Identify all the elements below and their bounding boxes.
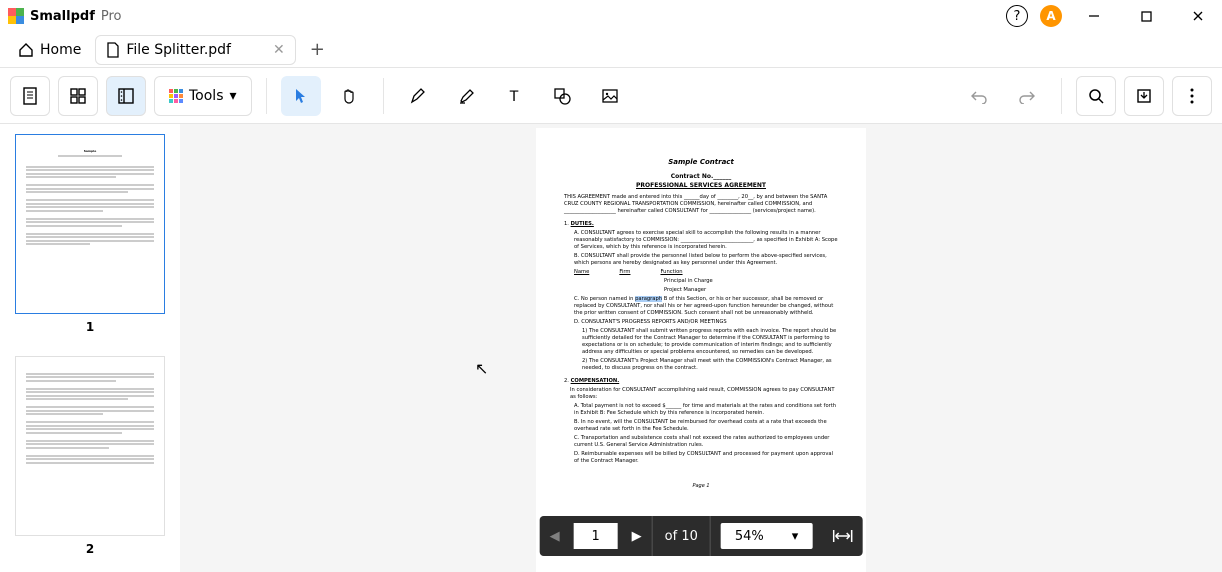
thumbnail-page-1[interactable]: Sample xyxy=(15,134,165,314)
tab-home-label: Home xyxy=(40,42,81,58)
document-viewer[interactable]: ↖ Sample Contract Contract No.______PROF… xyxy=(180,124,1222,572)
tab-file[interactable]: File Splitter.pdf ✕ xyxy=(95,35,295,65)
help-button[interactable]: ? xyxy=(1006,5,1028,27)
view-grid-button[interactable] xyxy=(58,76,98,116)
chevron-down-icon: ▾ xyxy=(778,529,813,544)
view-single-page-button[interactable] xyxy=(10,76,50,116)
home-icon xyxy=(18,42,34,58)
avatar[interactable]: A xyxy=(1040,5,1062,27)
prev-page-button[interactable]: ◀ xyxy=(540,516,570,556)
total-pages-label: of 10 xyxy=(653,529,710,544)
document-page: Sample Contract Contract No.______PROFES… xyxy=(536,128,866,572)
titlebar: Smallpdf Pro ? A xyxy=(0,0,1222,32)
thumbnail-page-2[interactable] xyxy=(15,356,165,536)
tabbar: Home File Splitter.pdf ✕ + xyxy=(0,32,1222,68)
window-minimize-button[interactable] xyxy=(1074,0,1114,32)
tools-dropdown[interactable]: Tools ▾ xyxy=(154,76,252,116)
chevron-down-icon: ▾ xyxy=(230,88,237,104)
page-nav-bar: ◀ ▶ of 10 54%▾ xyxy=(540,516,863,556)
doc-title: Sample Contract xyxy=(564,158,838,167)
toolbar: Tools ▾ T xyxy=(0,68,1222,124)
pan-tool-button[interactable] xyxy=(329,76,369,116)
view-sidebar-button[interactable] xyxy=(106,76,146,116)
cursor-icon: ↖ xyxy=(475,359,488,378)
thumbnail-label-2: 2 xyxy=(86,542,94,556)
fit-width-button[interactable] xyxy=(822,516,862,556)
window-close-button[interactable] xyxy=(1178,0,1218,32)
svg-text:T: T xyxy=(508,89,518,104)
app-name: Smallpdf xyxy=(30,9,95,24)
save-button[interactable] xyxy=(1124,76,1164,116)
doc-contract-no: Contract No.______PROFESSIONAL SERVICES … xyxy=(564,173,838,189)
search-button[interactable] xyxy=(1076,76,1116,116)
tab-home[interactable]: Home xyxy=(8,36,91,64)
next-page-button[interactable]: ▶ xyxy=(622,516,652,556)
tools-grid-icon xyxy=(169,89,183,103)
current-page-input[interactable] xyxy=(574,523,618,549)
text-tool-button[interactable]: T xyxy=(494,76,534,116)
shape-tool-button[interactable] xyxy=(542,76,582,116)
select-tool-button[interactable] xyxy=(281,76,321,116)
image-tool-button[interactable] xyxy=(590,76,630,116)
app-plan: Pro xyxy=(101,9,122,24)
tab-add-button[interactable]: + xyxy=(300,35,335,64)
app-logo-icon xyxy=(8,8,24,24)
pencil-tool-button[interactable] xyxy=(398,76,438,116)
more-menu-button[interactable] xyxy=(1172,76,1212,116)
tab-close-button[interactable]: ✕ xyxy=(273,42,285,58)
thumbnail-label-1: 1 xyxy=(86,320,94,334)
workspace: Sample 1 2 ↖ Sample Contract Contract No… xyxy=(0,124,1222,572)
tools-label: Tools xyxy=(189,88,224,104)
tab-file-label: File Splitter.pdf xyxy=(126,42,231,58)
undo-button[interactable] xyxy=(959,76,999,116)
doc-intro: THIS AGREEMENT made and entered into thi… xyxy=(564,194,838,215)
highlighter-tool-button[interactable] xyxy=(446,76,486,116)
document-icon xyxy=(106,42,120,58)
thumbnail-panel[interactable]: Sample 1 2 xyxy=(0,124,180,572)
redo-button[interactable] xyxy=(1007,76,1047,116)
window-maximize-button[interactable] xyxy=(1126,0,1166,32)
zoom-dropdown[interactable]: 54%▾ xyxy=(721,523,812,549)
